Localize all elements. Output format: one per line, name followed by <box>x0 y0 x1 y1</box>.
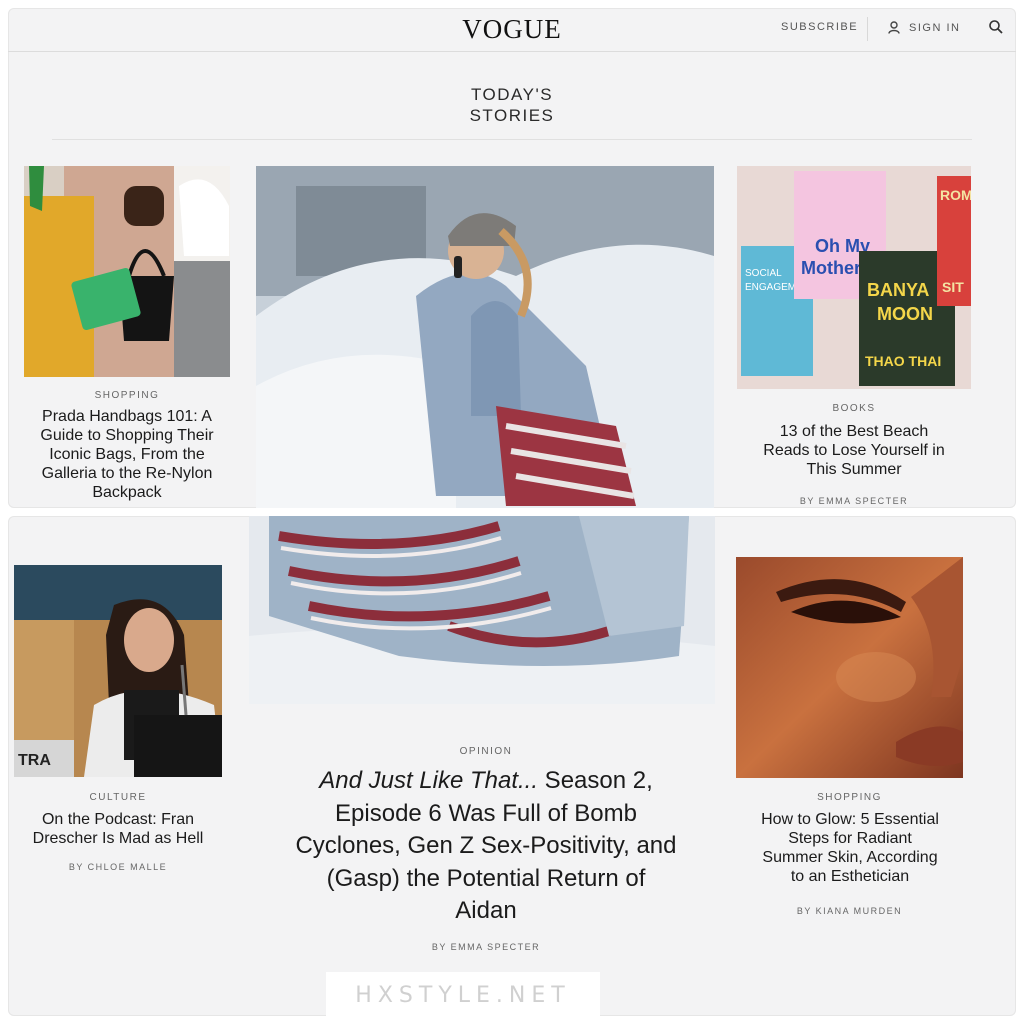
glow-byline[interactable]: BY KIANA MURDEN <box>736 906 963 916</box>
section-divider <box>52 139 972 140</box>
hero-headline-italic: And Just Like That... <box>319 767 539 794</box>
glow-headline-line: Steps for Radiant <box>788 830 912 847</box>
podcast-headline-line: Drescher Is Mad as Hell <box>32 830 204 847</box>
prada-headline[interactable]: Prada Handbags 101: A Guide to Shopping … <box>16 407 238 502</box>
section-title-line1: TODAY'S <box>470 85 554 104</box>
glow-headline-line: Summer Skin, According <box>762 849 938 866</box>
how-to-glow-image[interactable] <box>736 557 963 778</box>
books-headline-line: 13 of the Best Beach <box>779 423 929 440</box>
hero-headline-line: Aidan <box>455 897 517 924</box>
prada-headline-line: Prada Handbags 101: A <box>42 408 212 425</box>
prada-headline-line: Galleria to the Re-Nylon <box>41 465 213 482</box>
section-title-line2: STORIES <box>469 106 555 125</box>
beach-reads-image[interactable]: SOCIAL ENGAGEMENT Oh My Mother BANYA MOO… <box>737 166 971 389</box>
subscribe-link[interactable]: SUBSCRIBE <box>781 21 858 33</box>
books-headline-line: This Summer <box>806 461 902 478</box>
book-cover-text: SIT <box>942 279 964 295</box>
glow-headline-line: How to Glow: 5 Essential <box>761 811 939 828</box>
podcast-headline-line: On the Podcast: Fran <box>41 811 195 828</box>
prada-handbags-image[interactable] <box>24 166 230 377</box>
watermark: HXSTYLE.NET <box>326 972 600 1020</box>
section-title: TODAY'S STORIES <box>8 84 1016 126</box>
books-headline-line: Reads to Lose Yourself in <box>763 442 945 459</box>
podcast-byline[interactable]: BY CHLOE MALLE <box>14 862 222 872</box>
hero-headline-rest: Season 2, <box>538 767 653 794</box>
books-headline[interactable]: 13 of the Best Beach Reads to Lose Yours… <box>730 422 978 479</box>
book-cover-text: ROM <box>940 187 971 203</box>
hero-image-bottom[interactable] <box>249 516 715 704</box>
book-cover-text: BANYA <box>867 280 929 300</box>
glow-headline-line: to an Esthetician <box>790 868 910 885</box>
podium-sign-text: TRA <box>18 752 51 769</box>
prada-kicker[interactable]: SHOPPING <box>24 390 230 401</box>
book-cover-text: SOCIAL <box>745 268 782 279</box>
hero-headline-line: And Just Like That... Season 2, <box>244 765 728 798</box>
top-panel: VOGUE SUBSCRIBE SIGN IN TODAY'S STORIES <box>8 8 1016 508</box>
sign-in-label: SIGN IN <box>909 21 961 34</box>
sign-in-link[interactable]: SIGN IN <box>888 21 960 34</box>
glow-kicker[interactable]: SHOPPING <box>736 792 963 803</box>
hero-image-top[interactable] <box>256 166 714 508</box>
vogue-logo[interactable]: VOGUE <box>8 14 1016 45</box>
search-icon <box>989 20 1003 34</box>
hero-headline-line: Episode 6 Was Full of Bomb <box>335 799 637 827</box>
podcast-kicker[interactable]: CULTURE <box>14 792 222 803</box>
hero-headline-line: Cyclones, Gen Z Sex-Positivity, and <box>295 832 677 859</box>
hero-headline-line: (Gasp) the Potential Return of <box>326 864 646 892</box>
book-cover-text: Mother <box>801 258 861 278</box>
prada-headline-line: Guide to Shopping Their <box>40 427 214 444</box>
podcast-headline[interactable]: On the Podcast: Fran Drescher Is Mad as … <box>8 810 228 848</box>
user-icon <box>888 21 900 34</box>
bottom-panel: TRA CULTURE On the Podcast: Fran Dresche… <box>8 516 1016 1016</box>
hero-kicker[interactable]: OPINION <box>244 746 728 757</box>
header-divider <box>867 17 868 41</box>
hero-headline[interactable]: And Just Like That... Season 2, Episode … <box>244 765 728 928</box>
book-cover-text: MOON <box>877 304 933 324</box>
search-button[interactable] <box>988 19 1006 37</box>
site-header: VOGUE SUBSCRIBE SIGN IN <box>8 8 1016 52</box>
fran-drescher-image[interactable]: TRA <box>14 565 222 777</box>
book-cover-text: THAO THAI <box>865 353 941 369</box>
prada-headline-line: Iconic Bags, From the <box>49 446 205 463</box>
glow-headline[interactable]: How to Glow: 5 Essential Steps for Radia… <box>726 810 974 886</box>
hero-byline[interactable]: BY EMMA SPECTER <box>244 942 728 952</box>
books-byline[interactable]: BY EMMA SPECTER <box>737 496 971 506</box>
prada-headline-line: Backpack <box>92 484 162 501</box>
books-kicker[interactable]: BOOKS <box>737 403 971 414</box>
